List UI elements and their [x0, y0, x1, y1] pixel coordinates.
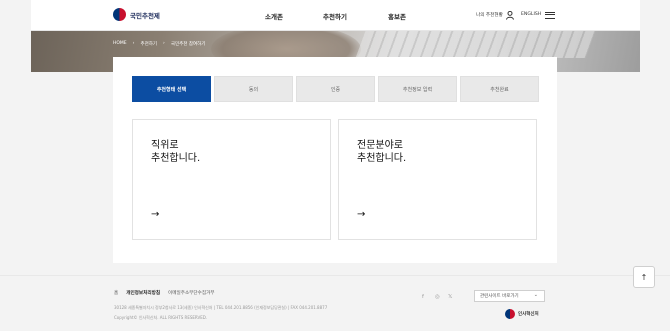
my-recommend-link[interactable]: 나의 추천현황: [476, 12, 503, 18]
step-agree: 동의: [214, 76, 293, 102]
step-auth: 인증: [296, 76, 375, 102]
nav-recommend[interactable]: 추천하기: [323, 11, 347, 21]
arrow-right-icon: →: [357, 209, 366, 220]
recommend-by-field-card[interactable]: 전문분야로 추천합니다. →: [338, 119, 537, 240]
step-indicator: 추천형태 선택 동의 인증 추천정보 입력 추천완료: [132, 76, 539, 102]
breadcrumb-recommend[interactable]: 추천하기: [140, 41, 157, 47]
nav-promotion[interactable]: 홍보존: [388, 11, 406, 21]
breadcrumb-current: 국민추천 참여하기: [170, 42, 206, 47]
footer-copyright: Copyright© 인사혁신처. ALL RIGHTS RESERVED.: [114, 315, 208, 320]
facebook-icon[interactable]: f: [422, 294, 424, 300]
email-policy-link[interactable]: 이메일주소무단수집거부: [168, 290, 215, 296]
breadcrumb: HOME › 추천하기 › 국민추천 참여하기: [113, 41, 205, 47]
breadcrumb-home[interactable]: HOME: [113, 41, 127, 47]
site-header: 국민추천제 소개존 추천하기 홍보존 나의 추천현황 ENGLISH: [31, 0, 640, 31]
privacy-policy-link[interactable]: 개인정보처리방침: [126, 290, 160, 296]
logo-text: 국민추천제: [130, 11, 160, 20]
family-site-label: 관련사이트 바로가기: [480, 294, 519, 299]
instagram-icon[interactable]: ◎: [435, 294, 440, 300]
footer-address: 30128 세종특별자치시 정부2청사로 13(세종) 인사혁신처 | TEL …: [114, 305, 328, 310]
footer-home-link[interactable]: 홈: [114, 290, 118, 296]
breadcrumb-sep: ›: [163, 41, 165, 46]
footer-links: 홈 개인정보처리방침 이메일주소무단수집거부: [114, 290, 215, 296]
taegeuk-logo-icon: [505, 309, 515, 319]
ministry-logo-text: 인사혁신처: [518, 312, 539, 317]
x-twitter-icon[interactable]: 𝕏: [448, 294, 452, 300]
step-select-type: 추천형태 선택: [132, 76, 211, 102]
card-title: 직위로 추천합니다.: [151, 140, 201, 164]
ministry-logo: 인사혁신처: [505, 309, 539, 319]
step-complete: 추천완료: [460, 76, 539, 102]
step-input-info: 추천정보 입력: [378, 76, 457, 102]
hero-keyboard-graphic: [355, 28, 597, 58]
taegeuk-logo-icon: [113, 8, 126, 21]
scroll-top-button[interactable]: ↑: [633, 266, 655, 288]
hamburger-menu-icon[interactable]: [545, 12, 555, 19]
site-logo[interactable]: 국민추천제: [113, 8, 160, 21]
site-footer: 홈 개인정보처리방침 이메일주소무단수집거부 30128 세종특별자치시 정부2…: [0, 275, 670, 331]
english-link[interactable]: ENGLISH: [521, 12, 541, 17]
card-title: 전문분야로 추천합니다.: [357, 140, 407, 164]
recommend-by-position-card[interactable]: 직위로 추천합니다. →: [132, 119, 331, 240]
chevron-down-icon: ⌄: [533, 292, 538, 298]
family-site-select[interactable]: 관련사이트 바로가기 ⌄: [474, 290, 545, 302]
nav-intro[interactable]: 소개존: [265, 11, 283, 21]
breadcrumb-sep: ›: [132, 41, 135, 46]
arrow-right-icon: →: [151, 209, 160, 220]
person-icon[interactable]: [506, 11, 514, 20]
